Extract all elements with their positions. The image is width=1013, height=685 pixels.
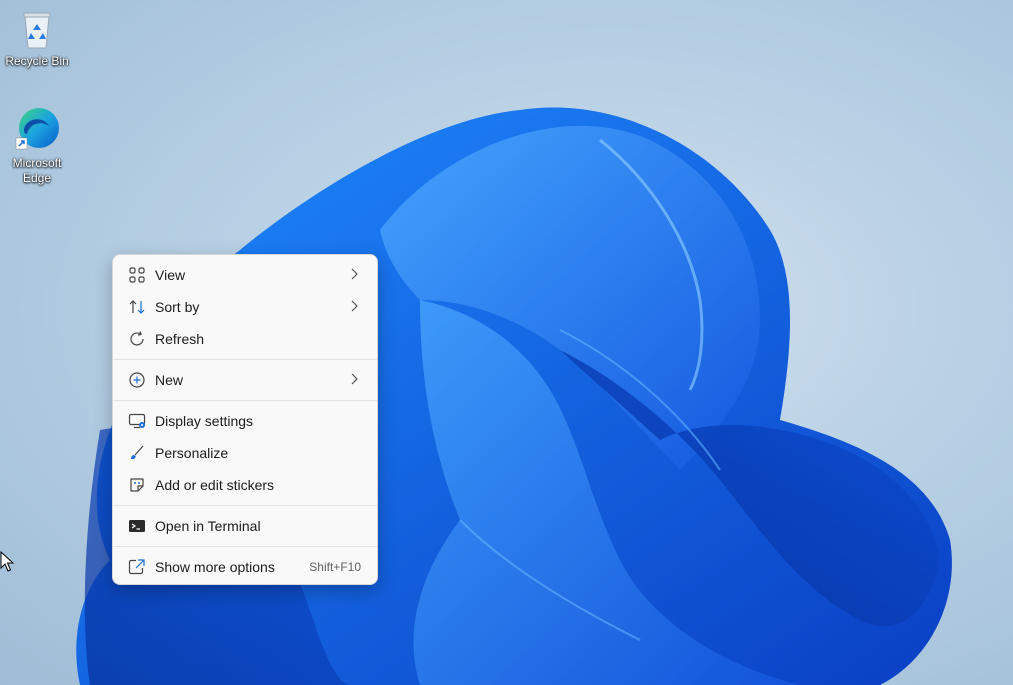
menu-item-personalize[interactable]: Personalize: [117, 437, 373, 469]
menu-item-display-settings[interactable]: Display settings: [117, 405, 373, 437]
menu-item-label: Add or edit stickers: [155, 477, 275, 493]
menu-separator: [113, 546, 377, 547]
desktop-icon-label: Recycle Bin: [5, 54, 69, 68]
mouse-cursor-icon: [0, 551, 14, 572]
grid-icon: [129, 267, 145, 283]
menu-separator: [113, 505, 377, 506]
plus-circle-icon: [129, 372, 145, 388]
menu-item-label: Sort by: [155, 299, 200, 315]
desktop-icon-recycle-bin[interactable]: Recycle Bin: [5, 10, 69, 69]
desktop-icon-label: Microsoft Edge: [12, 156, 62, 185]
menu-item-label: Show more options: [155, 559, 275, 575]
menu-item-view[interactable]: View: [117, 259, 373, 291]
menu-item-show-more-options[interactable]: Show more options Shift+F10: [117, 551, 373, 583]
chevron-right-icon: [351, 268, 358, 280]
chevron-right-icon: [351, 300, 358, 312]
share-icon: [128, 559, 145, 575]
desktop-context-menu: View Sort by Refresh New Display setting…: [112, 254, 378, 585]
menu-item-label: Display settings: [155, 413, 254, 429]
menu-item-new[interactable]: New: [117, 364, 373, 396]
recycle-bin-icon: [17, 10, 57, 50]
menu-item-label: Refresh: [155, 331, 205, 347]
desktop-icon-microsoft-edge[interactable]: Microsoft Edge: [5, 104, 69, 186]
menu-item-label: New: [155, 372, 184, 388]
menu-item-label: Personalize: [155, 445, 229, 461]
menu-item-refresh[interactable]: Refresh: [117, 323, 373, 355]
menu-separator: [113, 359, 377, 360]
chevron-right-icon: [351, 373, 358, 385]
brush-icon: [131, 445, 144, 459]
terminal-icon: [129, 520, 145, 532]
menu-item-open-in-terminal[interactable]: Open in Terminal: [117, 510, 373, 542]
menu-item-label: View: [155, 267, 186, 283]
menu-item-sort-by[interactable]: Sort by: [117, 291, 373, 323]
menu-item-add-or-edit-stickers[interactable]: Add or edit stickers: [117, 469, 373, 501]
sort-icon: [129, 300, 145, 314]
keyboard-shortcut: Shift+F10: [309, 560, 361, 574]
sticker-icon: [130, 478, 144, 492]
menu-item-label: Open in Terminal: [155, 518, 261, 534]
display-settings-icon: [128, 413, 146, 429]
refresh-icon: [130, 331, 144, 346]
menu-separator: [113, 400, 377, 401]
edge-icon: [13, 104, 61, 152]
